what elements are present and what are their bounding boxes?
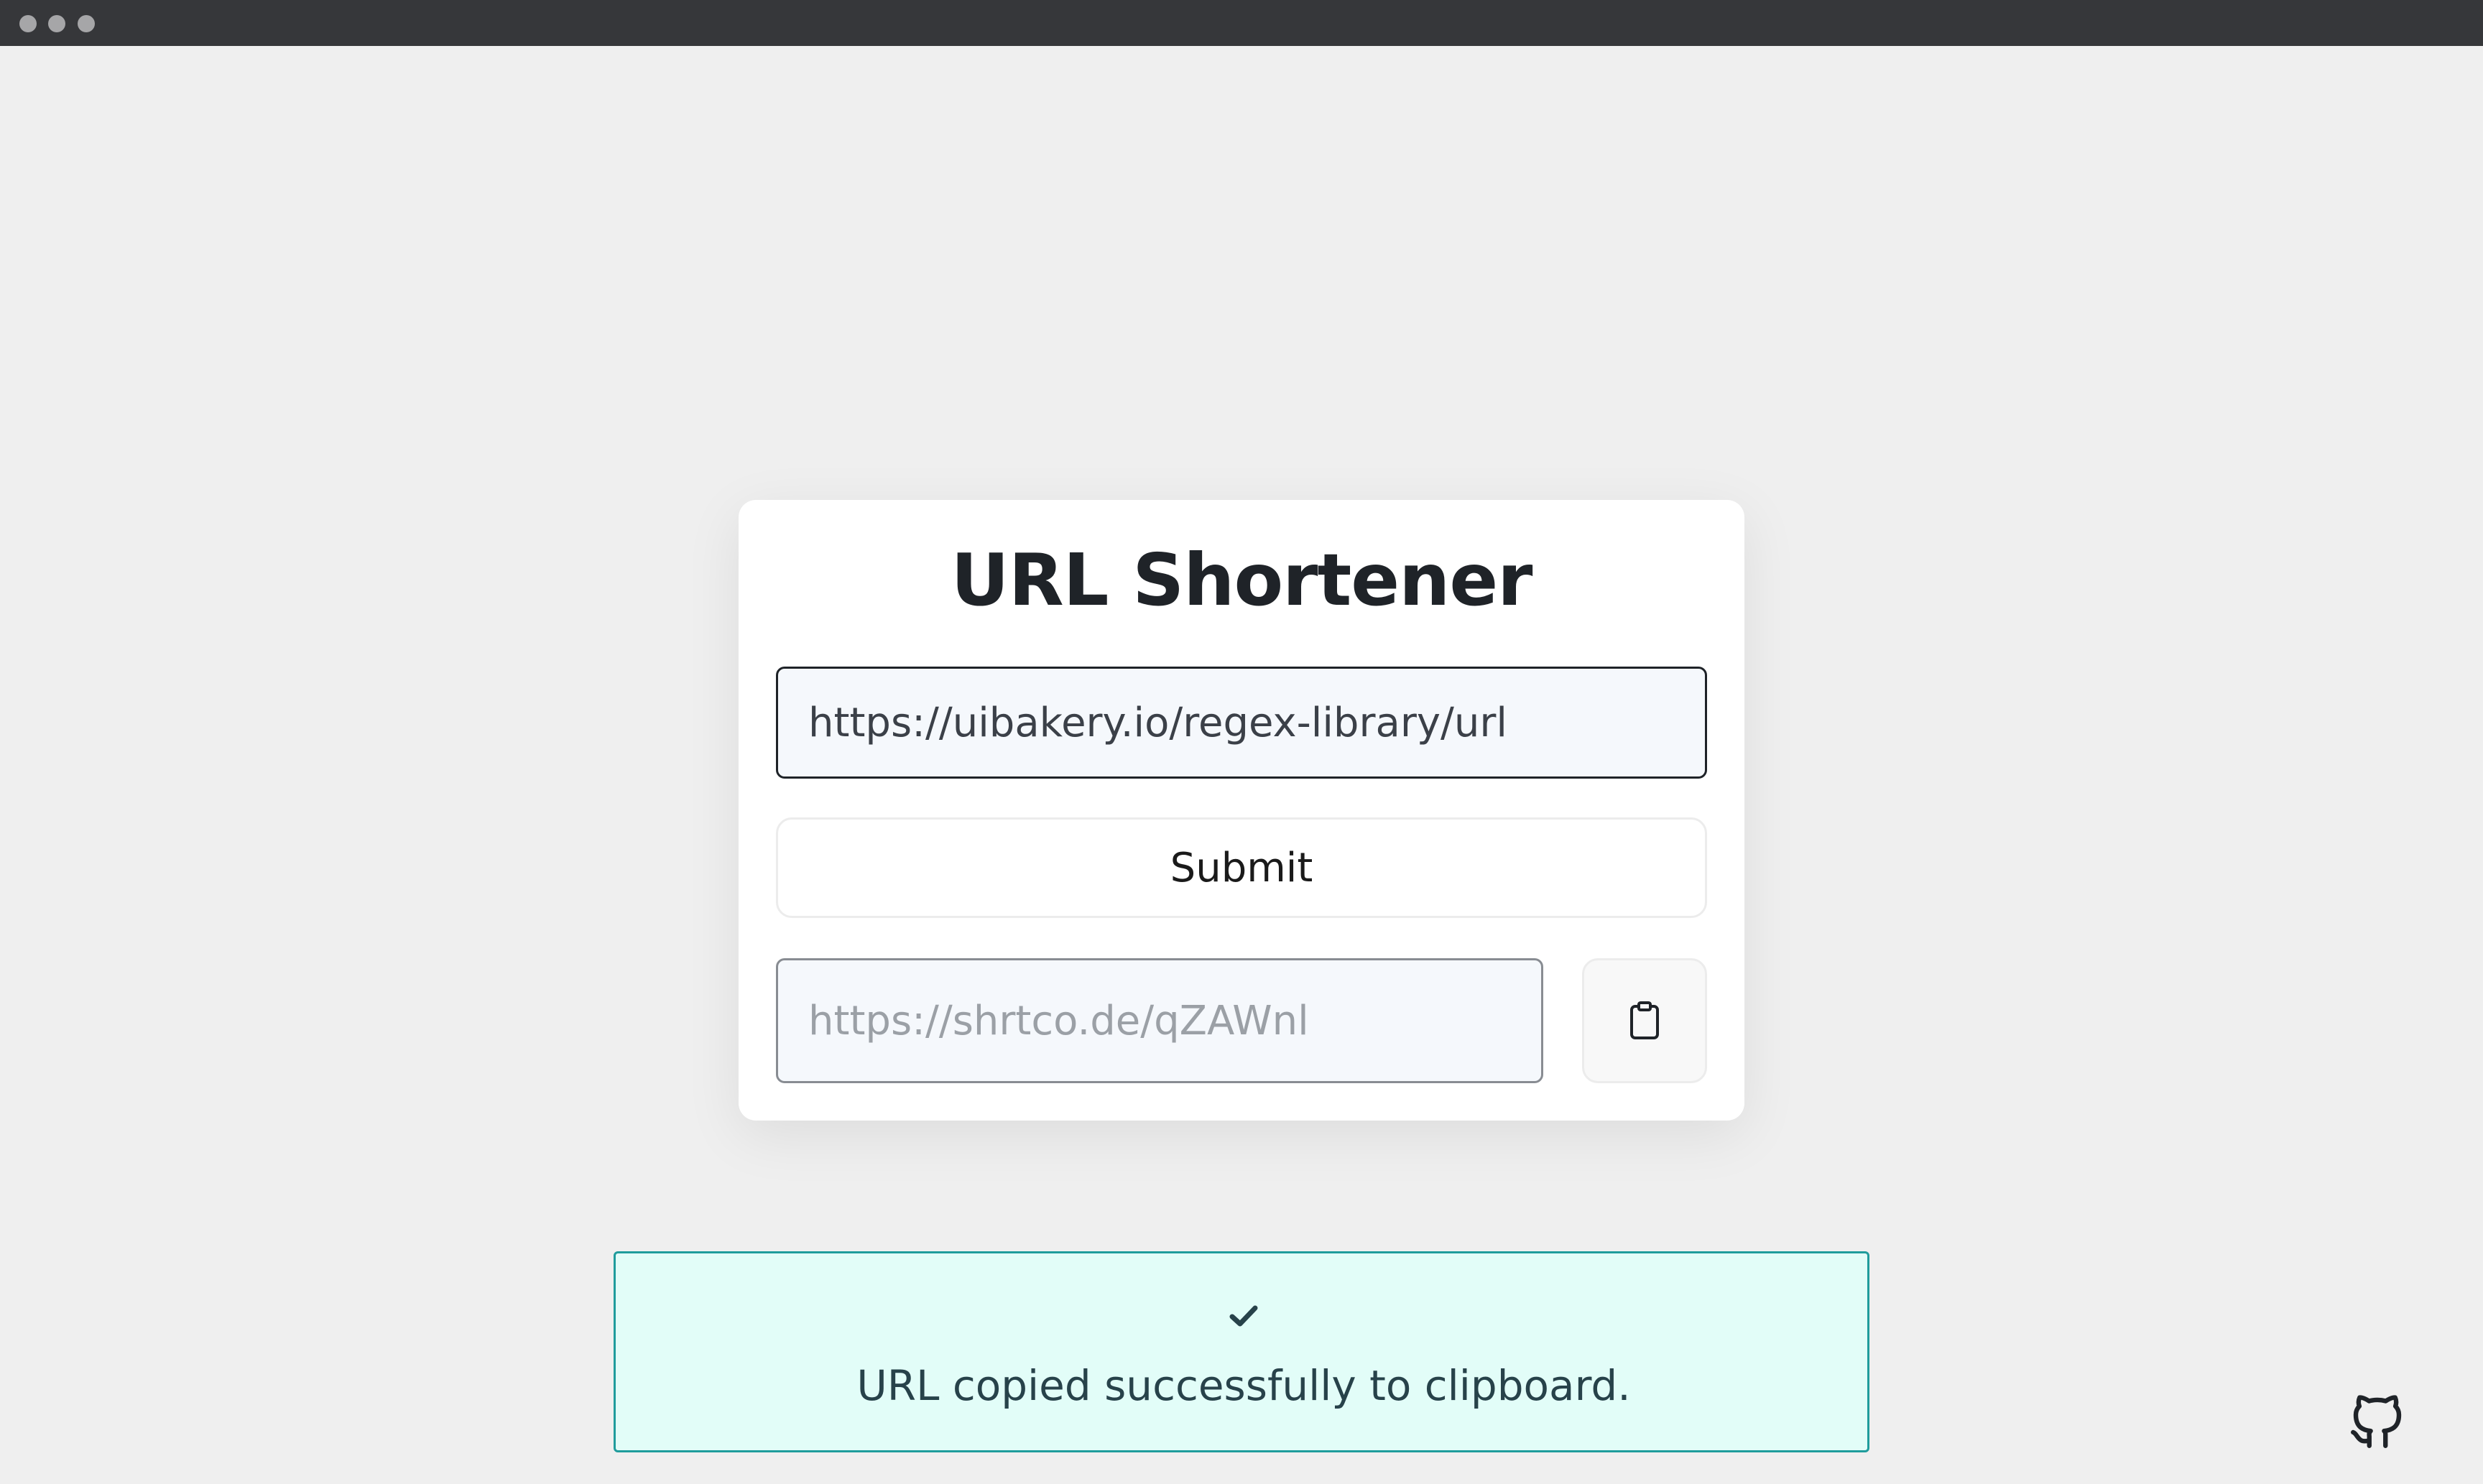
window-minimize-button[interactable] [48, 15, 65, 32]
toast-message: URL copied successfully to clipboard. [856, 1361, 1631, 1410]
window-titlebar [0, 0, 2483, 46]
copy-button[interactable] [1582, 958, 1707, 1083]
page: URL Shortener Submit URL copied successf… [0, 46, 2483, 1484]
github-link[interactable] [2345, 1389, 2410, 1454]
clipboard-icon [1630, 1001, 1659, 1039]
github-icon [2351, 1395, 2402, 1448]
submit-button[interactable]: Submit [776, 817, 1707, 918]
check-icon [1229, 1305, 1258, 1327]
short-url-field[interactable] [776, 958, 1543, 1083]
url-input[interactable] [776, 667, 1707, 779]
window-close-button[interactable] [19, 15, 37, 32]
page-title: URL Shortener [951, 538, 1533, 622]
window-maximize-button[interactable] [78, 15, 95, 32]
success-toast: URL copied successfully to clipboard. [614, 1251, 1869, 1452]
shortener-card: URL Shortener Submit [739, 500, 1744, 1121]
